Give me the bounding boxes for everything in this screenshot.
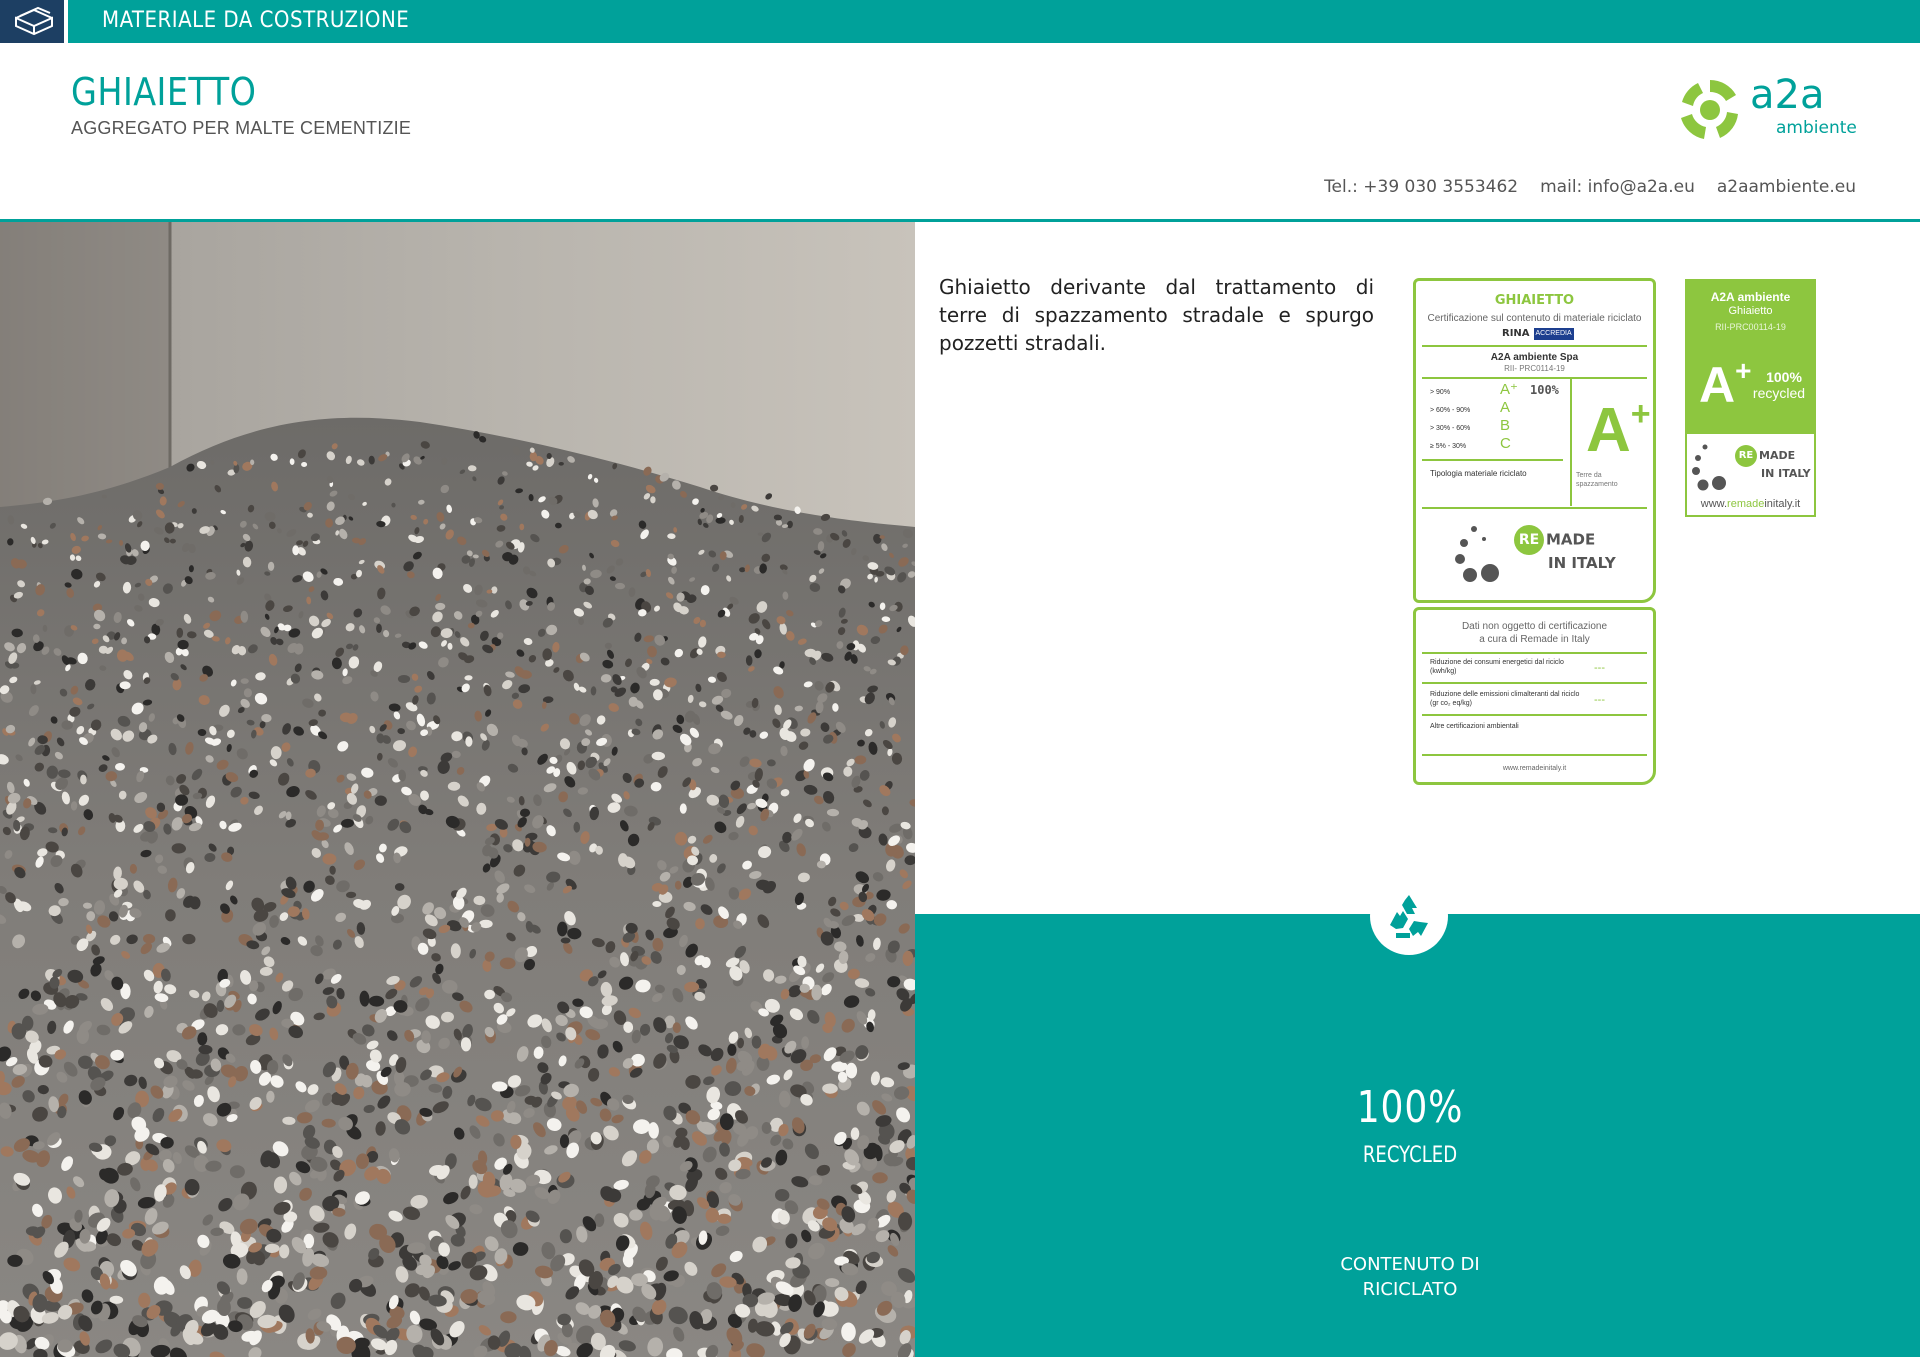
remade-in-italy-logo: RE MADE IN ITALY [1454, 521, 1624, 591]
recycled-word: RECYCLED [1362, 1143, 1458, 1168]
non-certified-heading: Dati non oggetto di certificazione a cur… [1416, 620, 1653, 646]
gravel-photo [0, 222, 915, 1357]
label-percent: 100% [1766, 369, 1802, 385]
rina-logo: RINA [1502, 328, 1530, 339]
energy-reduction-row: Riduzione dei consumi energetici dal ric… [1430, 659, 1564, 675]
label-remade-line1: MADE [1759, 449, 1796, 462]
logo-subtext: ambiente [1776, 118, 1857, 138]
label-company: A2A ambiente [1710, 290, 1791, 304]
range-item: > 90% [1430, 389, 1451, 396]
label-recycled: recycled [1752, 385, 1806, 401]
grade-plus: + [1630, 395, 1651, 433]
label-remade-line2: IN ITALY [1761, 467, 1811, 480]
remade-badge: RE [1514, 525, 1544, 555]
email-address[interactable]: mail: info@a2a.eu [1540, 177, 1695, 197]
material-type-label: Tipologia materiale riciclato [1430, 469, 1527, 478]
certificate-grade: A+ [1586, 379, 1651, 466]
bricks-icon [15, 6, 53, 36]
remade-dots-icon [1692, 444, 1726, 491]
certificate-subtitle: Certificazione sul contenuto di material… [1427, 313, 1642, 324]
certificate-footer-url[interactable]: www.remadeinitaly.it [1416, 765, 1653, 772]
product-description: Ghiaietto derivante dal trattamento di t… [939, 275, 1374, 355]
emission-reduction-value: --- [1594, 694, 1605, 706]
grade-letter: A [1586, 396, 1631, 465]
label-grade-plus: + [1735, 355, 1752, 386]
remade-wordmark: RE MADE IN ITALY [1514, 525, 1616, 572]
certificate-company: A2A ambiente Spa [1490, 352, 1579, 363]
recycled-content-label: CONTENUTO DI RICICLATO [1310, 1252, 1510, 1302]
phone-number: Tel.: +39 030 3553462 [1324, 177, 1519, 197]
url-highlight: remade [1727, 498, 1765, 510]
certificate-divider [1422, 507, 1647, 509]
url-prefix: www. [1700, 498, 1728, 510]
certificate-divider [1422, 682, 1647, 684]
range-item: > 30% - 60% [1430, 425, 1471, 432]
label-product: Ghiaietto [1728, 305, 1773, 317]
range-item: > 60% - 90% [1430, 407, 1471, 414]
a2a-logo-mark-icon [1681, 79, 1738, 139]
content-line1: CONTENUTO DI [1340, 1254, 1480, 1275]
certificate-vertical-divider [1570, 378, 1572, 506]
url-suffix: initaly.it [1764, 498, 1801, 510]
material-type-value: Terre da spazzamento [1576, 472, 1618, 488]
heading-line2: a cura di Remade in Italy [1479, 634, 1590, 645]
label-grade-letter: A [1699, 357, 1736, 413]
remade-dots-icon [1455, 526, 1499, 582]
accredia-logo: ACCREDIA [1533, 328, 1574, 340]
certificate-title: GHIAIETTO [1494, 293, 1575, 308]
class-letter: C [1500, 435, 1511, 452]
recycled-label: A2A ambiente Ghiaietto RII-PRC00114-19 A… [1685, 279, 1816, 517]
certificate-percent: 100% [1530, 383, 1559, 397]
remade-line2: IN ITALY [1548, 554, 1616, 572]
a2a-logo: a2a ambiente [1676, 72, 1866, 146]
page-subtitle: AGGREGATO PER MALTE CEMENTIZIE [71, 118, 412, 138]
certificate-divider [1422, 754, 1647, 756]
class-letter: B [1500, 417, 1511, 434]
recycled-percent: 100% [1356, 1082, 1464, 1133]
class-letter: A⁺ [1500, 381, 1518, 398]
energy-reduction-value: --- [1594, 662, 1605, 674]
label-code: RII-PRC00114-19 [1715, 322, 1786, 332]
certificate-divider [1422, 714, 1647, 716]
category-title: MATERIALE DA COSTRUZIONE [102, 8, 410, 33]
logo-text: a2a [1750, 72, 1825, 118]
non-certified-data-box: Dati non oggetto di certificazione a cur… [1413, 607, 1656, 785]
class-letter: A [1500, 399, 1511, 416]
recycle-badge [1370, 877, 1448, 955]
label-grade: A+ [1699, 343, 1751, 413]
recycle-icon [1390, 895, 1428, 938]
certifier-logos: RINA ACCREDIA [1502, 328, 1574, 340]
website-link[interactable]: a2aambiente.eu [1717, 177, 1856, 197]
label-remade-wordmark: RE MADE IN ITALY [1735, 445, 1811, 480]
other-certifications-row: Altre certificazioni ambientali [1430, 723, 1519, 730]
contact-info: Tel.: +39 030 3553462 mail: info@a2a.eu … [1324, 177, 1856, 197]
certificate-code: RII- PRC0114-19 [1504, 364, 1565, 373]
class-ranges: > 90% > 60% - 90% > 30% - 60% ≥ 5% - 30% [1430, 389, 1470, 461]
top-bar: MATERIALE DA COSTRUZIONE [0, 0, 1920, 43]
heading-line1: Dati non oggetto di certificazione [1461, 621, 1608, 632]
content-line2: RICICLATO [1362, 1279, 1458, 1300]
certificate-divider [1422, 652, 1647, 654]
class-letters: A⁺ A B C [1500, 381, 1518, 453]
emission-reduction-row: Riduzione delle emissioni climalteranti … [1430, 691, 1580, 707]
recycled-content-certificate: GHIAIETTO Certificazione sul contenuto d… [1413, 278, 1656, 603]
certificate-divider [1422, 345, 1647, 347]
remade-line1: MADE [1546, 530, 1596, 549]
certificate-divider [1422, 459, 1563, 461]
label-url[interactable]: www.remadeinitaly.it [1687, 498, 1814, 510]
label-remade-badge: RE [1735, 445, 1757, 467]
page-title: GHIAIETTO [71, 70, 257, 114]
category-icon-box [0, 0, 68, 43]
